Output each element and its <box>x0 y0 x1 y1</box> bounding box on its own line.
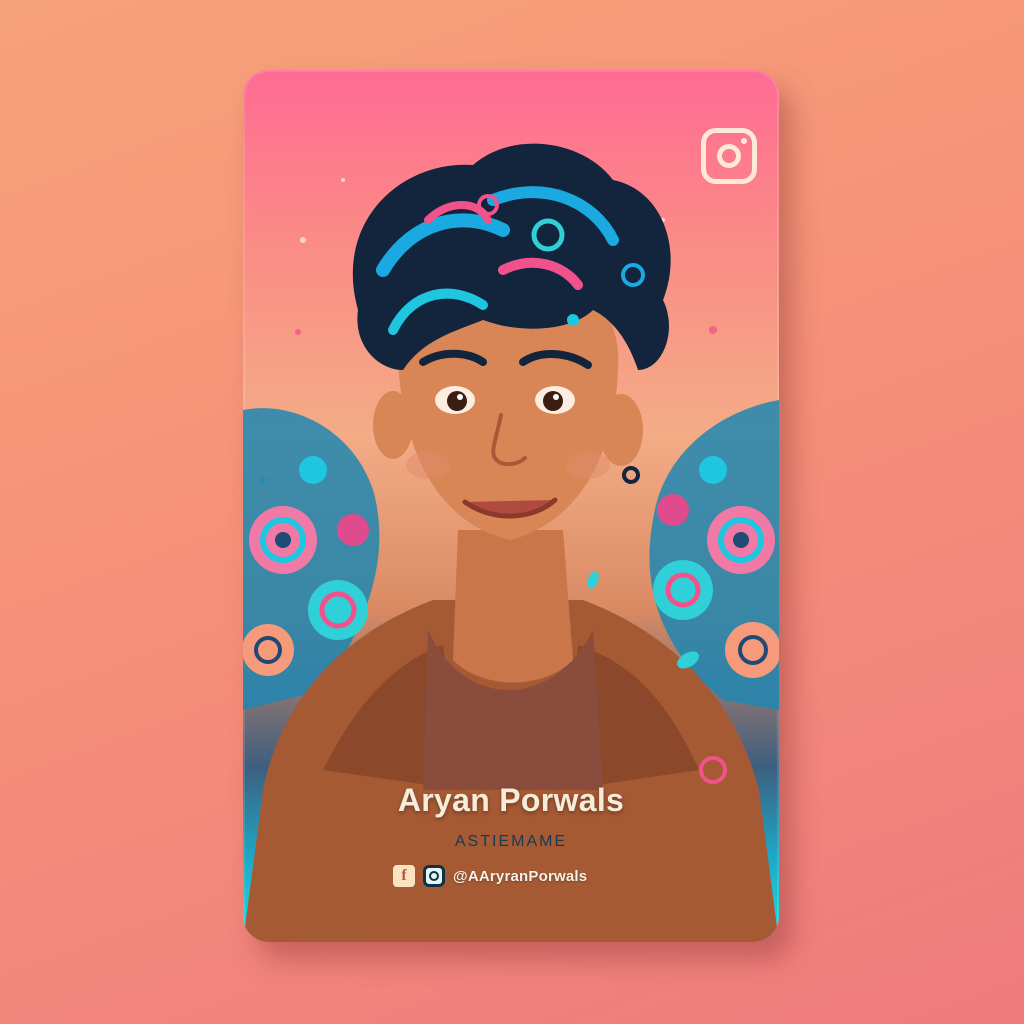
instagram-icon[interactable] <box>701 128 757 184</box>
profile-subtitle: ASTIEMAME <box>454 833 568 850</box>
social-handle[interactable]: @AAryranPorwals <box>453 868 587 885</box>
social-row: f @AAryranPorwals <box>393 860 587 892</box>
profile-card: Aryan Porwals ASTIEMAME f @AAryranPorwal… <box>243 70 779 942</box>
profile-name: Aryan Porwals <box>397 782 625 818</box>
instagram-dot <box>741 138 747 144</box>
earring <box>622 466 640 484</box>
neck <box>453 530 573 683</box>
instagram-small-lens <box>429 871 439 881</box>
instagram-icon-small[interactable] <box>423 865 445 887</box>
facebook-icon[interactable]: f <box>393 865 415 887</box>
instagram-lens <box>717 144 741 168</box>
